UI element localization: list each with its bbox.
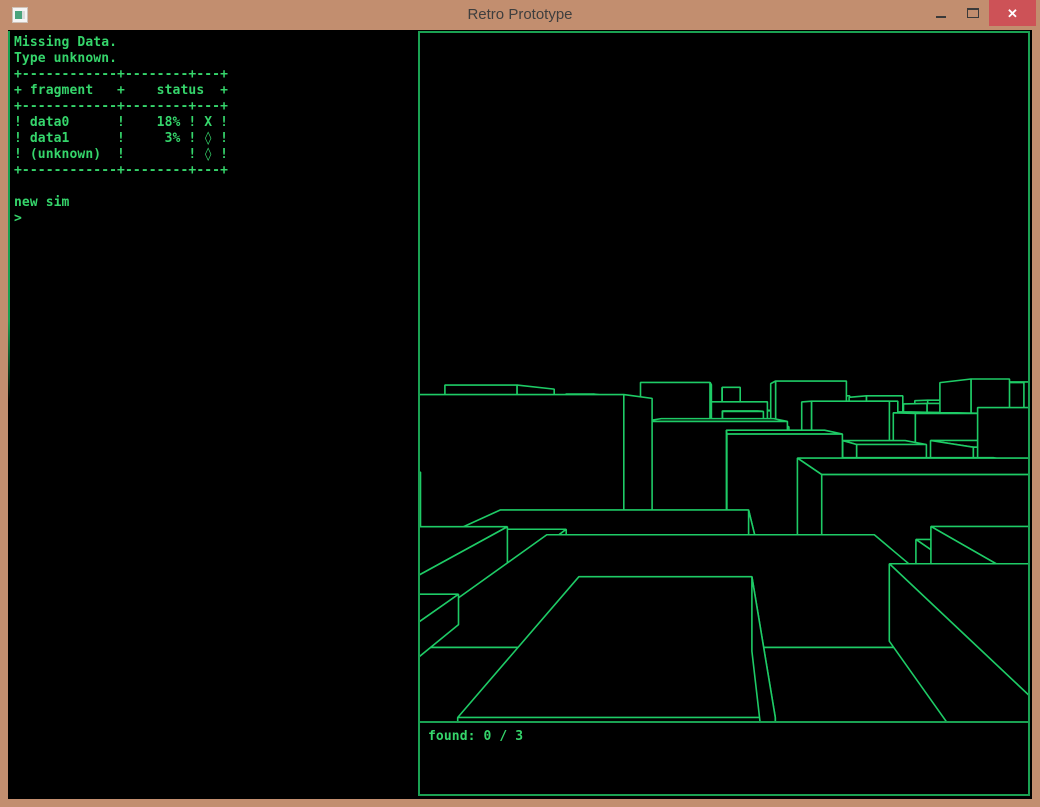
terminal-table: +------------+--------+---+ + fragment +… [14,67,414,179]
maximize-button[interactable] [957,0,989,26]
wireframe-city-svg [420,33,1028,721]
app-window: Retro Prototype ✕ Missing Data. Type unk… [0,0,1040,807]
minimize-button[interactable] [925,0,957,26]
window-controls: ✕ [925,0,1036,26]
terminal-panel[interactable]: Missing Data. Type unknown. +-----------… [14,35,414,227]
terminal-intro: Missing Data. Type unknown. [14,35,414,67]
close-button[interactable]: ✕ [989,0,1036,26]
window-title: Retro Prototype [0,6,1040,23]
found-counter: found: 0 / 3 [428,729,523,745]
titlebar[interactable]: Retro Prototype ✕ [0,0,1040,30]
close-icon: ✕ [1007,7,1018,20]
terminal-command-echo: new sim [14,195,414,211]
terminal-left-border [8,31,10,402]
maximize-icon [967,8,979,18]
terminal-prompt[interactable]: > [14,211,414,227]
minimize-icon [936,16,946,18]
client-area: Missing Data. Type unknown. +-----------… [8,30,1032,799]
viewport-panel: found: 0 / 3 [418,31,1030,796]
scene-3d[interactable] [420,33,1028,723]
status-bar: found: 0 / 3 [420,723,1028,794]
